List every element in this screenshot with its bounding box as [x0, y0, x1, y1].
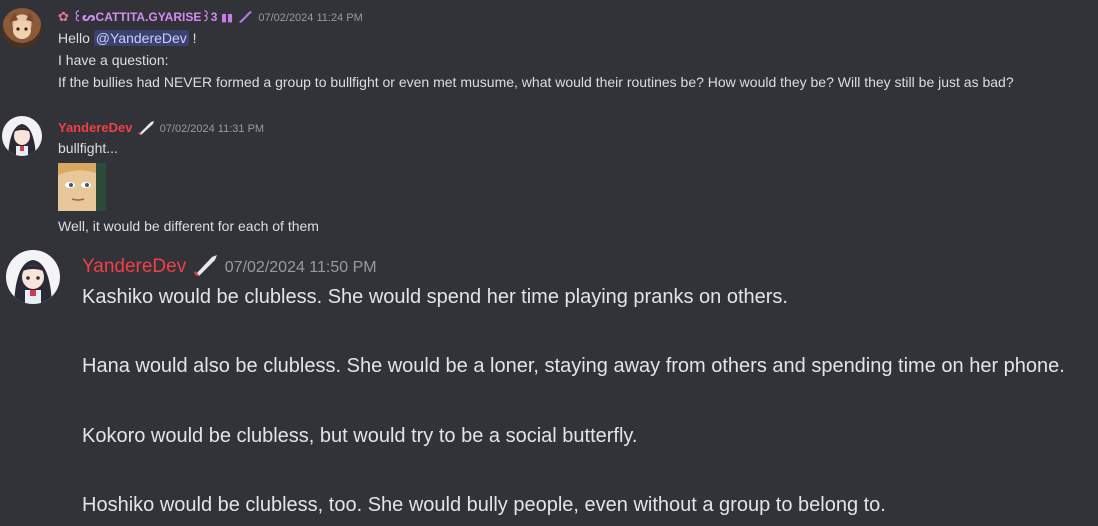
author-name[interactable]: YandereDev — [58, 120, 132, 135]
avatar[interactable] — [6, 250, 60, 304]
avatar[interactable] — [2, 8, 42, 48]
message-line: Hana would also be clubless. She would b… — [82, 355, 1065, 377]
timestamp: 07/02/2024 11:31 PM — [159, 123, 265, 135]
message-line: Hello @YandereDev ! — [58, 30, 197, 46]
message-yanderedev-1: YandereDev 07/02/2024 11:31 PM bullfight… — [0, 110, 1098, 240]
user-mention[interactable]: @YandereDev — [93, 30, 189, 46]
author-name[interactable]: ꒰ᔕCATTITA.GYARISE꒱3 — [73, 10, 218, 24]
message-cattita: ✿ ꒰ᔕCATTITA.GYARISE꒱3 ▮▮ 07/02/2024 11:2… — [0, 0, 1098, 100]
message-line: I have a question: — [58, 52, 169, 68]
timestamp: 07/02/2024 11:50 PM — [224, 259, 377, 276]
sticker-face-icon — [58, 163, 106, 211]
avatar-anime-girl-icon — [8, 124, 36, 156]
avatar-anime-girl-icon — [14, 260, 52, 304]
badge-icon: ▮▮ — [221, 12, 234, 24]
flower-icon: ✿ — [58, 9, 69, 24]
message-line: Hoshiko would be clubless, too. She woul… — [82, 494, 886, 516]
message-yanderedev-2: YandereDev 07/02/2024 11:50 PM Kashiko w… — [0, 240, 1098, 526]
knife-icon — [238, 11, 252, 23]
message-line: bullfight... — [58, 140, 118, 156]
sticker-image[interactable] — [58, 163, 106, 211]
message-line: Kokoro would be clubless, but would try … — [82, 425, 638, 447]
message-line: Kashiko would be clubless. She would spe… — [82, 286, 788, 308]
sword-icon — [138, 121, 155, 135]
timestamp: 07/02/2024 11:24 PM — [258, 12, 363, 24]
text: ! — [188, 30, 197, 46]
avatar-cat-icon — [10, 12, 34, 39]
message-line: Well, it would be different for each of … — [58, 218, 319, 234]
author-name[interactable]: YandereDev — [82, 256, 186, 277]
text: Hello — [58, 30, 94, 46]
sword-icon — [193, 255, 217, 276]
avatar[interactable] — [2, 116, 42, 156]
message-line: If the bullies had NEVER formed a group … — [58, 74, 1014, 90]
